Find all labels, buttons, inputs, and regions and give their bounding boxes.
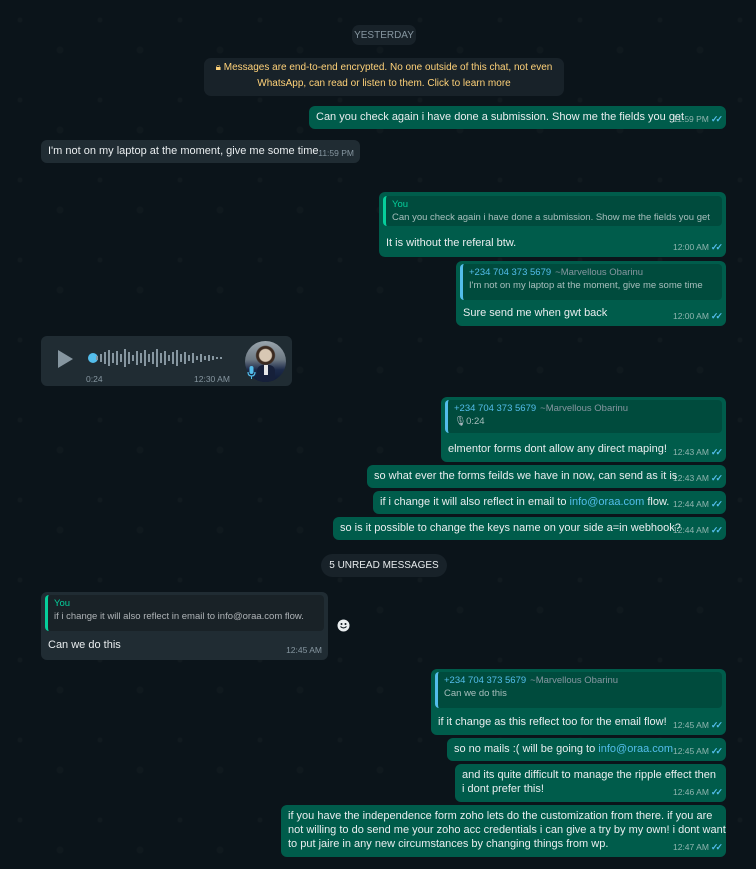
message-time: 12:43 AM ✓✓	[672, 447, 723, 457]
quote-author: You	[54, 598, 71, 609]
message-text: Can we do this	[48, 639, 121, 651]
quote-voice: 🎙︎0:24	[454, 416, 485, 427]
quoted-message[interactable]: You if i change it will also reflect in …	[45, 595, 324, 631]
read-ticks-icon: ✓✓	[710, 525, 723, 535]
message-text: Can you check again i have done a submis…	[316, 111, 685, 123]
message-outgoing[interactable]: and its quite difficult to manage the ri…	[455, 764, 726, 802]
email-link[interactable]: info@oraa.com	[570, 496, 645, 508]
quote-author: +234 704 373 5679 ~Marvellous Obarinu	[454, 403, 629, 414]
message-time: 12:44 AM ✓✓	[672, 499, 723, 509]
quote-author: You	[392, 199, 409, 210]
message-outgoing[interactable]: so is it possible to change the keys nam…	[333, 517, 726, 540]
read-ticks-icon: ✓✓	[710, 720, 723, 730]
quote-text: I'm not on my laptop at the moment, give…	[469, 280, 703, 291]
react-emoji-icon[interactable]	[336, 618, 351, 633]
read-ticks-icon: ✓✓	[710, 447, 723, 457]
message-incoming[interactable]: I'm not on my laptop at the moment, give…	[41, 140, 360, 163]
message-text: Sure send me when gwt back	[463, 307, 608, 319]
quote-author: +234 704 373 5679 ~Marvellous Obarinu	[469, 267, 644, 278]
message-text: I'm not on my laptop at the moment, give…	[48, 145, 319, 157]
message-time: 12:45 AM ✓✓	[672, 720, 723, 730]
quote-text: Can we do this	[444, 688, 507, 699]
play-icon[interactable]	[56, 349, 74, 369]
message-time: 12:45 AM	[286, 645, 322, 655]
message-time: 12:46 AM ✓✓	[672, 787, 723, 797]
message-time: 11:59 PM	[318, 148, 354, 158]
message-text: elmentor forms dont allow any direct map…	[448, 443, 667, 455]
voice-message[interactable]: 0:24 12:30 AM	[41, 336, 292, 386]
message-time: 12:47 AM ✓✓	[672, 842, 723, 852]
email-link[interactable]: info@oraa.com	[598, 743, 673, 755]
message-time: 12:00 AM ✓✓	[672, 242, 723, 252]
quoted-message[interactable]: +234 704 373 5679 ~Marvellous Obarinu Can…	[435, 672, 722, 708]
message-text: if i change it will also reflect in emai…	[380, 496, 670, 508]
voice-waveform[interactable]	[96, 347, 226, 369]
unread-divider: 5 UNREAD MESSAGES	[321, 554, 447, 577]
quote-text: Can you check again i have done a submis…	[392, 212, 710, 223]
message-incoming-reply[interactable]: You if i change it will also reflect in …	[41, 592, 328, 660]
microphone-icon: 🎙︎	[454, 416, 467, 427]
quote-author: +234 704 373 5679 ~Marvellous Obarinu	[444, 675, 619, 686]
read-ticks-icon: ✓✓	[710, 311, 723, 321]
message-time: 12:45 AM ✓✓	[672, 746, 723, 756]
message-outgoing[interactable]: so what ever the forms feilds we have in…	[367, 465, 726, 488]
lock-icon: 🔒︎	[215, 62, 221, 73]
quoted-message[interactable]: You Can you check again i have done a su…	[383, 196, 722, 226]
message-time: 11:59 PM ✓✓	[673, 114, 723, 124]
read-ticks-icon: ✓✓	[710, 746, 723, 756]
message-time: 12:43 AM ✓✓	[672, 473, 723, 483]
message-text-line: and its quite difficult to manage the ri…	[462, 769, 716, 781]
read-ticks-icon: ✓✓	[710, 473, 723, 483]
message-text-line: not willing to do send me your zoho acc …	[288, 824, 726, 836]
message-outgoing-reply[interactable]: +234 704 373 5679 ~Marvellous Obarinu Can…	[431, 669, 726, 735]
read-ticks-icon: ✓✓	[710, 787, 723, 797]
read-ticks-icon: ✓✓	[710, 842, 723, 852]
message-text-line: if you have the independence form zoho l…	[288, 810, 713, 822]
message-time: 12:00 AM ✓✓	[672, 311, 723, 321]
quoted-message[interactable]: +234 704 373 5679 ~Marvellous Obarinu I'm…	[460, 264, 722, 300]
read-ticks-icon: ✓✓	[710, 114, 723, 124]
message-text: so no mails :( will be going to info@ora…	[454, 743, 674, 755]
read-ticks-icon: ✓✓	[710, 242, 723, 252]
voice-duration: 0:24	[86, 374, 103, 384]
message-text-line: i dont prefer this!	[462, 783, 544, 795]
message-outgoing[interactable]: so no mails :( will be going to info@ora…	[447, 738, 726, 761]
read-ticks-icon: ✓✓	[710, 499, 723, 509]
date-divider: YESTERDAY	[352, 25, 416, 45]
microphone-icon	[247, 366, 256, 379]
message-text: It is without the referal btw.	[386, 237, 517, 249]
message-outgoing[interactable]: Can you check again i have done a submis…	[309, 106, 726, 129]
quote-text: if i change it will also reflect in emai…	[54, 611, 304, 622]
quoted-message[interactable]: +234 704 373 5679 ~Marvellous Obarinu 🎙︎0…	[445, 400, 722, 433]
message-outgoing[interactable]: if you have the independence form zoho l…	[281, 805, 726, 857]
message-text: if it change as this reflect too for the…	[438, 716, 667, 728]
message-outgoing-reply[interactable]: +234 704 373 5679 ~Marvellous Obarinu I'm…	[456, 261, 726, 326]
message-time: 12:30 AM	[194, 374, 230, 384]
message-outgoing-reply[interactable]: +234 704 373 5679 ~Marvellous Obarinu 🎙︎0…	[441, 397, 726, 462]
message-text: so is it possible to change the keys nam…	[340, 522, 681, 534]
message-time: 12:44 AM ✓✓	[672, 525, 723, 535]
message-text-line: to put jaire in any new circumstances by…	[288, 838, 609, 850]
message-outgoing-reply[interactable]: You Can you check again i have done a su…	[379, 192, 726, 257]
message-outgoing[interactable]: if i change it will also reflect in emai…	[373, 491, 726, 514]
message-text: so what ever the forms feilds we have in…	[374, 470, 678, 482]
encryption-notice[interactable]: 🔒︎ Messages are end-to-end encrypted. No…	[204, 58, 564, 96]
